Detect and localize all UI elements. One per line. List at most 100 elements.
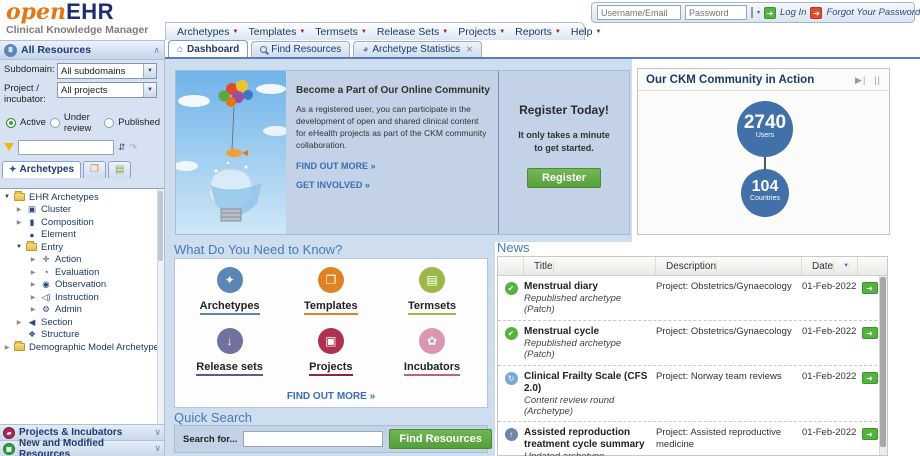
know-item-archetypes[interactable]: ✦ Archetypes (179, 267, 280, 323)
pause-icon[interactable]: || (874, 75, 881, 85)
forgot-password-arrow-icon[interactable]: ➜ (810, 7, 822, 19)
title-column-header[interactable]: Title (524, 257, 656, 275)
description-column-header[interactable]: Description (656, 257, 802, 275)
scrollbar-thumb[interactable] (880, 277, 886, 447)
quick-search-input[interactable] (243, 431, 383, 447)
tree-node-entry[interactable]: ▼Entry (0, 241, 164, 254)
collapse-node-icon[interactable]: ▼ (3, 194, 11, 200)
know-item-label[interactable]: Archetypes (200, 300, 260, 315)
expand-node-icon[interactable]: ▶ (29, 256, 37, 263)
news-title[interactable]: Clinical Frailty Scale (CFS 2.0) (524, 371, 652, 395)
collapse-node-icon[interactable]: ▼ (15, 244, 23, 250)
open-resource-button[interactable]: ➜ (862, 372, 878, 384)
expand-node-icon[interactable]: ▶ (29, 269, 37, 276)
radio-active[interactable] (6, 118, 16, 128)
close-tab-icon[interactable]: ✕ (466, 45, 473, 54)
know-item-label[interactable]: Termsets (408, 300, 456, 315)
news-row[interactable]: ↻ Clinical Frailty Scale (CFS 2.0)Conten… (498, 366, 887, 423)
tree-node-instruction[interactable]: ▶◁)Instruction (0, 291, 164, 304)
menu-release-sets[interactable]: Release Sets▼ (372, 26, 453, 38)
tab-dashboard[interactable]: ⌂ Dashboard (168, 40, 248, 57)
know-item-release-sets[interactable]: ↓ Release sets (179, 328, 280, 384)
expand-node-icon[interactable]: ▶ (3, 344, 11, 351)
tree-node-action[interactable]: ▶✛Action (0, 254, 164, 267)
news-scrollbar[interactable] (879, 276, 887, 455)
skip-next-icon[interactable]: ▶| (855, 75, 866, 86)
tree-node-composition[interactable]: ▶▮Composition (0, 216, 164, 229)
expand-node-icon[interactable]: ▶ (15, 319, 23, 326)
news-row[interactable]: ✔ Menstrual cycleRepublished archetype (… (498, 321, 887, 366)
tree-node-element[interactable]: ●Element (0, 229, 164, 242)
menu-help[interactable]: Help▼ (566, 26, 607, 38)
tab-find-resources[interactable]: Find Resources (251, 41, 350, 57)
openehr-logo[interactable]: openEHR Clinical Knowledge Manager (6, 0, 148, 36)
sidebar-tab-templates[interactable]: ❐ (83, 161, 106, 178)
open-resource-button[interactable]: ➜ (862, 428, 878, 440)
menu-templates[interactable]: Templates▼ (243, 26, 310, 38)
username-input[interactable] (597, 5, 681, 20)
know-find-out-more-link[interactable]: FIND OUT MORE » (179, 391, 483, 407)
subdomain-select[interactable]: All subdomains▼ (57, 63, 157, 79)
know-item-label[interactable]: Templates (304, 300, 358, 315)
menu-reports[interactable]: Reports▼ (510, 26, 566, 38)
all-resources-header[interactable]: Ⅲ All Resources ∧ (0, 41, 164, 60)
get-involved-link[interactable]: GET INVOLVED » (296, 180, 488, 190)
chevron-down-icon[interactable]: ▼ (143, 83, 156, 97)
sidebar-tab-termsets[interactable]: ▤ (108, 161, 131, 178)
scrollbar-thumb[interactable] (158, 191, 163, 261)
tree-node-cluster[interactable]: ▶▣Cluster (0, 204, 164, 217)
know-item-projects[interactable]: ▣ Projects (280, 328, 381, 384)
menu-archetypes[interactable]: Archetypes▼ (172, 26, 243, 38)
know-item-label[interactable]: Projects (309, 361, 352, 376)
expand-node-icon[interactable]: ▶ (15, 206, 23, 213)
expand-node-icon[interactable]: ▶ (29, 294, 37, 301)
news-row[interactable]: ✔ Menstrual diaryRepublished archetype (… (498, 276, 887, 321)
collapse-icon[interactable]: ∧ (153, 45, 160, 56)
register-button[interactable]: Register (527, 168, 601, 188)
expand-node-icon[interactable]: ▶ (29, 306, 37, 313)
tree-scrollbar[interactable] (157, 189, 164, 448)
expand-icon[interactable]: ∨ (154, 443, 161, 454)
new-modified-bar[interactable]: ▦ New and Modified Resources ∨ (0, 440, 164, 456)
tree-node-ehr-archetypes[interactable]: ▼EHR Archetypes (0, 191, 164, 204)
menu-termsets[interactable]: Termsets▼ (310, 26, 372, 38)
filter-clear-icon[interactable]: ↷ (130, 142, 138, 153)
find-resources-button[interactable]: Find Resources (389, 429, 492, 449)
radio-published[interactable] (104, 118, 114, 128)
find-out-more-link[interactable]: FIND OUT MORE » (296, 161, 488, 171)
know-item-incubators[interactable]: ✿ Incubators (381, 328, 482, 384)
filter-apply-icon[interactable]: ⇵ (118, 142, 126, 153)
news-title[interactable]: Menstrual cycle (524, 326, 652, 338)
chevron-down-icon[interactable]: ▾ (757, 9, 760, 16)
expand-node-icon[interactable]: ▶ (15, 219, 23, 226)
news-title[interactable]: Assisted reproduction treatment cycle su… (524, 427, 652, 451)
tree-node-evaluation[interactable]: ▶◔Evaluation (0, 266, 164, 279)
tree-node-admin[interactable]: ▶⚙Admin (0, 304, 164, 317)
tab-archetype-statistics[interactable]: ◕ Archetype Statistics ✕ (353, 41, 482, 57)
know-item-termsets[interactable]: ▤ Termsets (381, 267, 482, 323)
date-column-header[interactable]: Date▼ (802, 257, 858, 275)
news-row[interactable]: ↑ Assisted reproduction treatment cycle … (498, 422, 887, 456)
login-link[interactable]: Log In (780, 7, 806, 18)
expand-node-icon[interactable]: ▶ (29, 281, 37, 288)
chevron-down-icon[interactable]: ▼ (143, 64, 156, 78)
tree-node-structure[interactable]: ❖Structure (0, 329, 164, 342)
password-input[interactable] (685, 5, 747, 20)
sidebar-tab-archetypes[interactable]: ✦ Archetypes (2, 161, 81, 178)
tree-filter-input[interactable] (18, 140, 114, 155)
radio-under-review[interactable] (50, 118, 60, 128)
know-item-label[interactable]: Release sets (196, 361, 263, 376)
tree-node-observation[interactable]: ▶◉Observation (0, 279, 164, 292)
know-item-label[interactable]: Incubators (404, 361, 460, 376)
project-select[interactable]: All projects▼ (57, 82, 157, 98)
open-resource-button[interactable]: ➜ (862, 282, 878, 294)
know-item-templates[interactable]: ❐ Templates (280, 267, 381, 323)
forgot-password-link[interactable]: Forgot Your Password? (826, 7, 920, 18)
open-resource-button[interactable]: ➜ (862, 327, 878, 339)
login-arrow-icon[interactable]: ➜ (764, 7, 776, 19)
remember-me-checkbox[interactable] (751, 7, 753, 18)
tree-node-section[interactable]: ▶◀Section (0, 316, 164, 329)
news-title[interactable]: Menstrual diary (524, 281, 652, 293)
tree-node-demographic[interactable]: ▶Demographic Model Archetypes (0, 341, 164, 354)
expand-icon[interactable]: ∨ (154, 427, 161, 438)
